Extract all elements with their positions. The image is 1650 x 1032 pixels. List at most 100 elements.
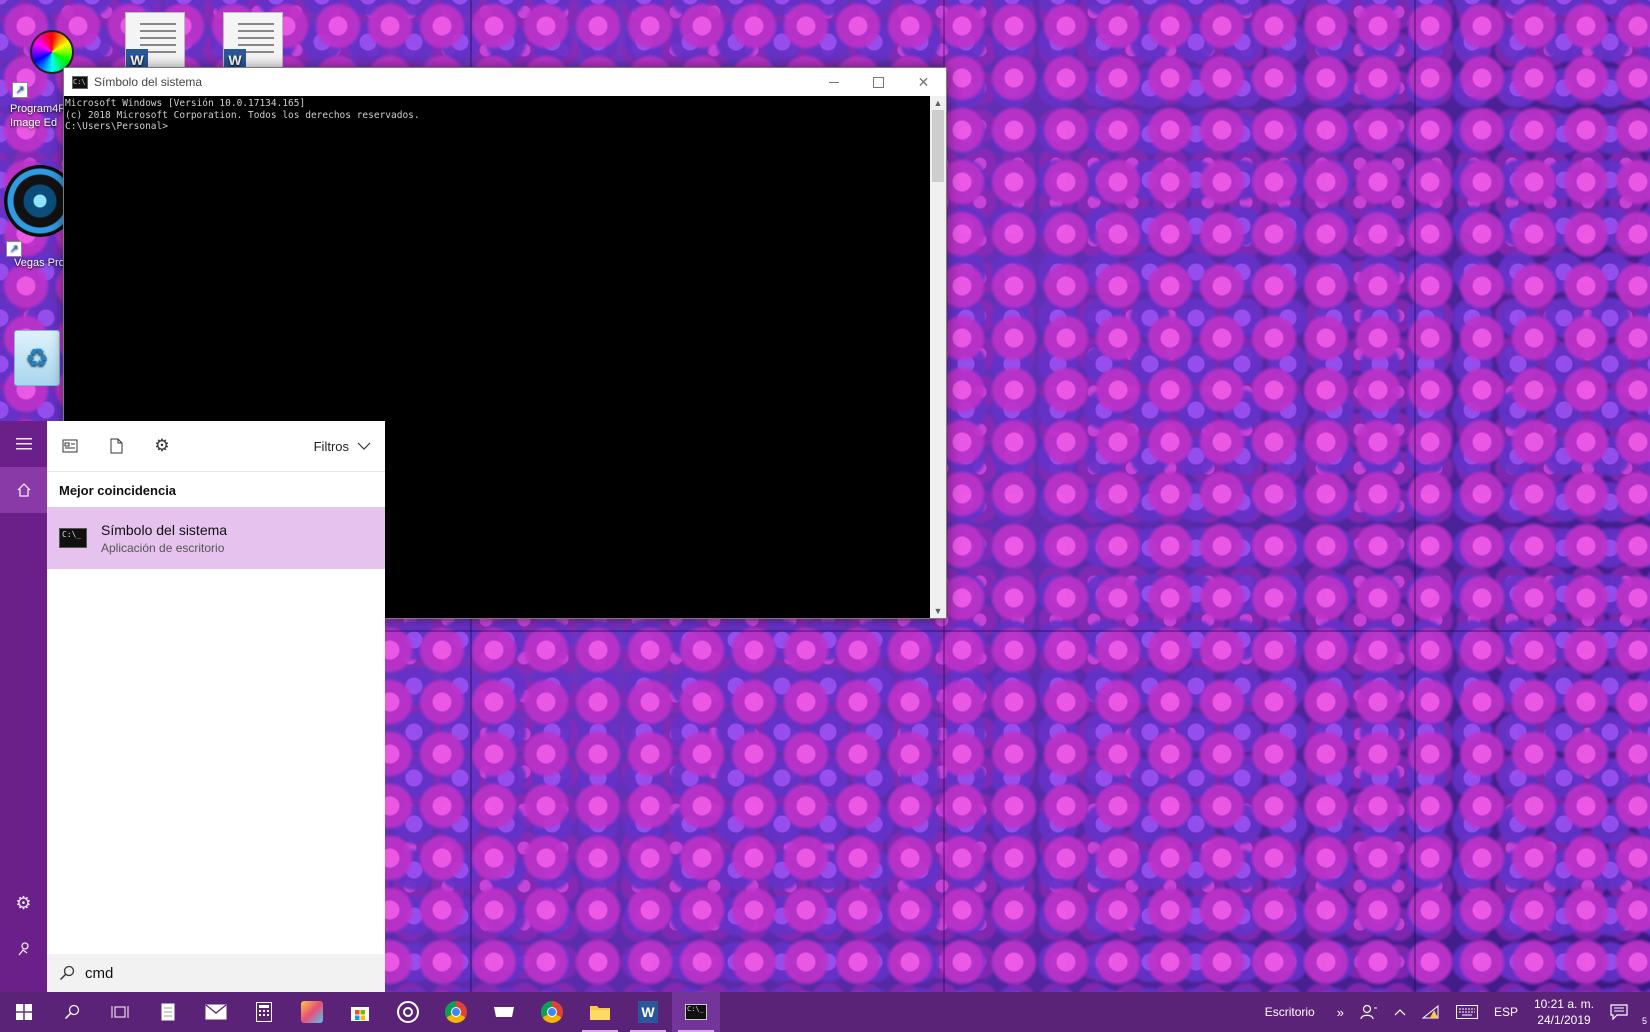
- taskbar-app-mail[interactable]: [192, 992, 240, 1032]
- documents-icon: [110, 438, 122, 454]
- people-icon: [1360, 1004, 1377, 1020]
- filters-dropdown[interactable]: Filtros: [314, 421, 371, 471]
- taskbar-app-file-explorer[interactable]: [576, 992, 624, 1032]
- scroll-down-arrow-icon[interactable]: ▼: [930, 604, 946, 618]
- word-icon: W: [638, 1001, 658, 1023]
- shortcut-arrow-icon: ↗: [12, 82, 28, 98]
- scrollbar-thumb[interactable]: [932, 110, 944, 182]
- taskbar-app-chrome[interactable]: [528, 992, 576, 1032]
- wallpaper-seam: [1414, 0, 1416, 992]
- filter-apps-button[interactable]: [47, 421, 93, 471]
- maximize-icon: [873, 76, 884, 88]
- mail-icon: [205, 1004, 227, 1020]
- desktop-icon-word-document[interactable]: W: [125, 12, 185, 72]
- start-button[interactable]: [0, 992, 48, 1032]
- cmd-titlebar[interactable]: C:\ Símbolo del sistema ✕: [64, 68, 946, 96]
- taskbar-app-paint[interactable]: [288, 992, 336, 1032]
- expand-menu-button[interactable]: [0, 421, 47, 467]
- touch-keyboard-button[interactable]: [1448, 992, 1486, 1032]
- wifi-warning-icon: [1421, 1005, 1439, 1019]
- minimize-icon: [828, 81, 839, 83]
- best-match-result[interactable]: C:\_ Símbolo del sistema Aplicación de e…: [47, 507, 385, 569]
- desktop-toolbar[interactable]: Escritorio »: [1257, 992, 1352, 1032]
- desktop-icon-recycle-bin[interactable]: ♻: [14, 330, 60, 386]
- language-indicator[interactable]: ESP: [1486, 992, 1526, 1032]
- cmd-app-icon: C:\_: [59, 528, 87, 548]
- apps-icon: [62, 439, 78, 453]
- vertical-scrollbar[interactable]: ▲ ▼: [930, 96, 946, 618]
- search-box[interactable]: [47, 954, 385, 992]
- search-icon: [64, 1004, 80, 1020]
- word-document-icon: W: [125, 12, 185, 72]
- taskbar-app-keyboard[interactable]: [480, 992, 528, 1032]
- cmd-icon: C:\_: [685, 1004, 707, 1020]
- paint-icon: [301, 1001, 323, 1023]
- settings-icon: ⚙: [154, 436, 170, 455]
- notification-icon: [1610, 1004, 1628, 1020]
- word-document-icon: W: [223, 12, 283, 72]
- notepad-icon: [161, 1003, 175, 1021]
- task-view-button[interactable]: [96, 992, 144, 1032]
- settings-button[interactable]: ⚙: [0, 880, 47, 926]
- best-match-heading: Mejor coincidencia: [59, 483, 177, 498]
- filters-label: Filtros: [313, 438, 349, 454]
- scroll-up-arrow-icon[interactable]: ▲: [930, 96, 946, 110]
- result-subtitle: Aplicación de escritorio: [101, 540, 225, 555]
- shortcut-arrow-icon: ↗: [6, 241, 22, 257]
- hamburger-icon: [15, 438, 32, 450]
- cmd-app-icon: C:\: [72, 75, 88, 89]
- filter-settings-button[interactable]: ⚙: [139, 421, 185, 471]
- taskbar: W C:\_ Escritorio » ESP 10:21 a. m. 24/1…: [0, 992, 1650, 1032]
- task-view-icon: [111, 1006, 129, 1018]
- taskbar-app-word[interactable]: W: [624, 992, 672, 1032]
- minimize-button[interactable]: [811, 68, 856, 96]
- people-button[interactable]: [1352, 992, 1386, 1032]
- show-hidden-icons-button[interactable]: [1386, 992, 1414, 1032]
- network-button[interactable]: [1414, 992, 1448, 1032]
- store-icon: [351, 1007, 369, 1021]
- filter-documents-button[interactable]: [93, 421, 139, 471]
- wallpaper-seam: [385, 630, 1650, 632]
- home-button[interactable]: [0, 467, 47, 513]
- taskbar-app-chrome[interactable]: [432, 992, 480, 1032]
- chrome-icon: [541, 1001, 563, 1023]
- start-rail: ⚙: [0, 421, 47, 992]
- clock-time: 10:21 a. m.: [1533, 997, 1594, 1011]
- taskbar-app-cmd[interactable]: C:\_: [672, 992, 720, 1032]
- console-prompt: C:\Users\Personal>: [65, 121, 168, 132]
- calculator-icon: [256, 1002, 272, 1022]
- groove-icon: [397, 1001, 419, 1023]
- search-input[interactable]: [85, 964, 345, 982]
- clock-date: 24/1/2019: [1537, 1013, 1591, 1027]
- console-line: Microsoft Windows [Versión 10.0.17134.16…: [65, 98, 306, 109]
- console-line: (c) 2018 Microsoft Corporation. Todos lo…: [65, 109, 420, 121]
- chrome-icon: [445, 1001, 467, 1023]
- file-explorer-icon: [590, 1006, 610, 1020]
- result-title: Símbolo del sistema: [101, 521, 228, 538]
- desktop-toolbar-label: Escritorio: [1264, 1005, 1315, 1019]
- taskbar-app-groove[interactable]: [384, 992, 432, 1032]
- search-panel: ⚙ Filtros Mejor coincidencia C:\_ Símbol…: [47, 421, 385, 992]
- desktop-icon-word-document[interactable]: W: [223, 12, 283, 72]
- keyboard-icon: [1455, 1005, 1478, 1019]
- search-icon: [59, 965, 75, 981]
- feedback-button[interactable]: [0, 926, 47, 972]
- taskbar-app-calculator[interactable]: [240, 992, 288, 1032]
- taskbar-app-store[interactable]: [336, 992, 384, 1032]
- feedback-icon: [17, 942, 29, 956]
- action-center-button[interactable]: 5: [1602, 992, 1650, 1032]
- clock[interactable]: 10:21 a. m. 24/1/2019: [1526, 992, 1602, 1032]
- cmd-window-title: Símbolo del sistema: [94, 75, 203, 89]
- close-button[interactable]: ✕: [901, 68, 946, 96]
- chevron-up-icon: [1394, 1009, 1406, 1016]
- double-chevron-icon: »: [1336, 1004, 1344, 1020]
- taskbar-app-notepad[interactable]: [144, 992, 192, 1032]
- taskbar-search-button[interactable]: [48, 992, 96, 1032]
- keyboard-app-icon: [494, 1007, 514, 1017]
- maximize-button[interactable]: [856, 68, 901, 96]
- start-icon: [16, 1004, 32, 1020]
- recycle-bin-icon: ♻: [14, 330, 60, 386]
- notification-count: 5: [1640, 1016, 1648, 1026]
- chevron-down-icon: [357, 442, 371, 450]
- close-icon: ✕: [917, 73, 930, 90]
